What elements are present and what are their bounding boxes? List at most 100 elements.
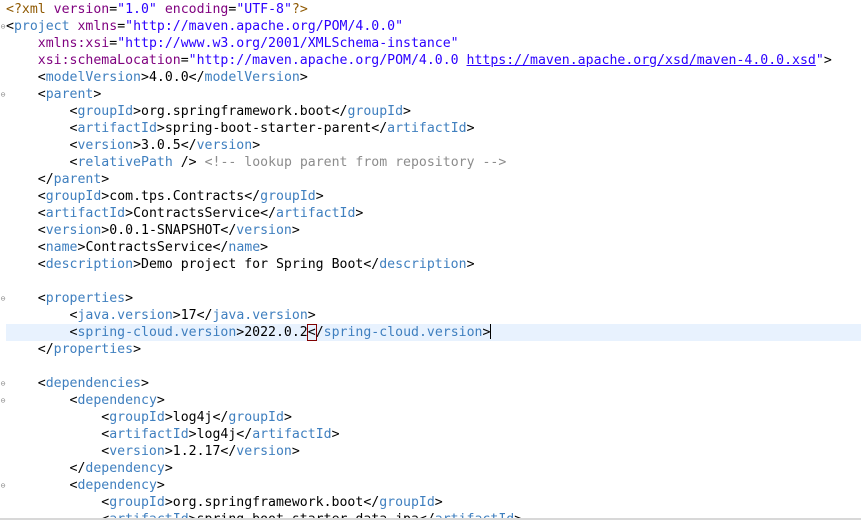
code-line[interactable] — [6, 273, 861, 290]
code-line[interactable]: xsi:schemaLocation="http://maven.apache.… — [6, 52, 861, 69]
code-token: groupId — [379, 495, 435, 510]
code-token: < — [37, 70, 46, 85]
code-line[interactable]: xmlns:xsi="http://www.w3.org/2001/XMLSch… — [6, 35, 861, 52]
code-line[interactable]: <artifactId>spring-boot-starter-parent</… — [6, 120, 861, 137]
code-line[interactable]: <description>Demo project for Spring Boo… — [6, 256, 861, 273]
code-line[interactable]: <relativePath /> <!-- lookup parent from… — [6, 154, 861, 171]
code-line[interactable]: <modelVersion>4.0.0</modelVersion> — [6, 69, 861, 86]
code-token: </ — [220, 223, 237, 238]
code-line[interactable]: <java.version>17</java.version> — [6, 307, 861, 324]
code-token: log4j — [196, 427, 237, 442]
code-line[interactable]: </dependency> — [6, 460, 861, 477]
code-line[interactable]: <groupId>log4j</groupId> — [6, 409, 861, 426]
code-line[interactable]: <groupId>org.springframework.boot</group… — [6, 103, 861, 120]
code-line[interactable]: </parent> — [6, 171, 861, 188]
code-token: java.version — [212, 308, 308, 323]
code-token: </ — [244, 189, 261, 204]
code-token: > — [164, 444, 173, 459]
code-token: > — [133, 342, 142, 357]
code-token: > — [823, 53, 832, 68]
code-token: = — [109, 2, 118, 17]
code-token: </ — [236, 427, 253, 442]
code-line[interactable]: <?xml version="1.0" encoding="UTF-8"?> — [6, 1, 861, 18]
code-line[interactable]: <name>ContractsService</name> — [6, 239, 861, 256]
code-line[interactable]: <properties> — [6, 290, 861, 307]
code-line[interactable]: <version>0.0.1-SNAPSHOT</version> — [6, 222, 861, 239]
code-token: org.springframework.boot — [172, 495, 364, 510]
code-token: 0.0.1-SNAPSHOT — [109, 223, 221, 238]
code-token: xmlns:xsi — [37, 36, 110, 51]
code-token: > — [188, 427, 197, 442]
code-token: groupId — [228, 410, 284, 425]
code-token: artifactId — [45, 206, 126, 221]
code-line[interactable]: <dependency> — [6, 477, 861, 494]
code-line[interactable]: <artifactId>log4j</artifactId> — [6, 426, 861, 443]
code-token: name — [228, 240, 261, 255]
code-token: </ — [180, 138, 197, 153]
code-token: > — [133, 138, 142, 153]
code-token: spring-cloud.version — [323, 325, 483, 340]
schema-link[interactable]: https://maven.apache.org/xsd/maven-4.0.0… — [467, 53, 816, 68]
code-token: version — [53, 2, 110, 17]
code-token: </ — [220, 444, 237, 459]
code-line[interactable]: <groupId>com.tps.Contracts</groupId> — [6, 188, 861, 205]
code-line[interactable]: <dependency> — [6, 392, 861, 409]
code-token: </ — [331, 104, 348, 119]
code-line[interactable]: <project xmlns="http://maven.apache.org/… — [6, 18, 861, 35]
code-token: artifactId — [109, 427, 189, 442]
code-token: "http://www.w3.org/2001/XMLSchema-instan… — [117, 36, 459, 51]
current-code-line[interactable]: <spring-cloud.version>2022.0.2</spring-c… — [6, 324, 861, 341]
code-line[interactable]: <version>1.2.17</version> — [6, 443, 861, 460]
code-token: dependency — [77, 478, 157, 493]
code-token: <?xml — [6, 2, 54, 17]
code-token: groupId — [77, 104, 134, 119]
code-token: dependency — [85, 461, 165, 476]
code-token: xsi:schemaLocation — [37, 53, 181, 68]
xml-editor[interactable]: <?xml version="1.0" encoding="UTF-8"?> ⊖ <… — [0, 0, 861, 520]
code-line[interactable]: <parent> — [6, 86, 861, 103]
code-line[interactable] — [6, 358, 861, 375]
code-line[interactable]: </properties> — [6, 341, 861, 358]
code-line[interactable]: <dependencies> — [6, 375, 861, 392]
code-token: parent — [45, 87, 94, 102]
code-token: spring-cloud.version — [77, 325, 237, 340]
code-line[interactable]: <version>3.0.5</version> — [6, 137, 861, 154]
code-token: > — [466, 121, 475, 136]
code-token: = — [180, 53, 189, 68]
code-token: / — [315, 325, 324, 340]
code-token: encoding — [164, 2, 229, 17]
code-token: > — [331, 427, 340, 442]
code-token: "http://maven.apache.org/POM/4.0.0 — [188, 53, 467, 68]
code-token: artifactId — [77, 121, 157, 136]
code-token: version — [77, 138, 134, 153]
code-token: > — [141, 70, 149, 85]
code-line[interactable]: <artifactId>ContractsService</artifactId… — [6, 205, 861, 222]
code-token: "1.0" — [117, 2, 157, 17]
code-token: properties — [45, 291, 126, 306]
code-token: > — [156, 478, 165, 493]
code-line[interactable]: <groupId>org.springframework.boot</group… — [6, 494, 861, 511]
code-token: spring-boot-starter-parent — [164, 121, 372, 136]
code-token: > — [133, 257, 142, 272]
code-token: > — [141, 376, 149, 391]
code-token: > — [93, 87, 102, 102]
code-token: version — [236, 223, 292, 238]
code-token: " — [815, 53, 824, 68]
